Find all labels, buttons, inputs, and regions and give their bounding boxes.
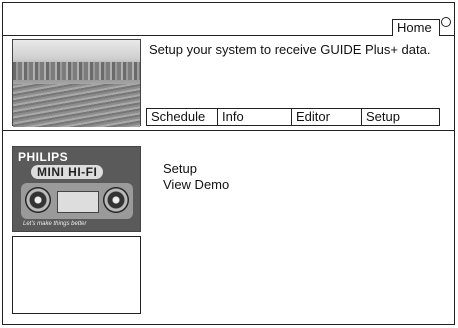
speaker-icon (25, 187, 51, 213)
tab-info[interactable]: Info (217, 108, 291, 126)
home-button[interactable]: Home (392, 19, 440, 36)
tab-editor[interactable]: Editor (291, 108, 361, 126)
tab-schedule[interactable]: Schedule (146, 108, 217, 126)
info-message: Setup your system to receive GUIDE Plus+… (149, 42, 431, 57)
top-bar: Home (3, 3, 454, 36)
tab-setup[interactable]: Setup (361, 108, 440, 126)
deck-graphic (57, 191, 99, 213)
advertisement-panel[interactable]: PHILIPS MINI HI-FI Let's make things bet… (12, 146, 141, 232)
menu-tabs: Schedule Info Editor Setup (146, 108, 440, 126)
speaker-icon (103, 187, 129, 213)
setup-menu: Setup View Demo (163, 161, 229, 193)
skyline-graphic (13, 62, 140, 80)
stereo-image (21, 183, 133, 219)
ad-product: MINI HI-FI (31, 165, 104, 179)
menu-item-view-demo[interactable]: View Demo (163, 177, 229, 193)
tv-guide-screen: Home Setup your system to receive GUIDE … (2, 2, 455, 325)
channel-preview-image (12, 39, 141, 127)
ad-brand: PHILIPS (18, 150, 69, 164)
section-divider (3, 130, 454, 131)
water-graphic (13, 84, 140, 127)
guide-plus-logo (441, 17, 458, 35)
ad-tagline: Let's make things better (23, 221, 87, 227)
menu-item-setup[interactable]: Setup (163, 161, 229, 177)
empty-panel (12, 236, 141, 314)
guide-logo-icon (441, 17, 451, 27)
